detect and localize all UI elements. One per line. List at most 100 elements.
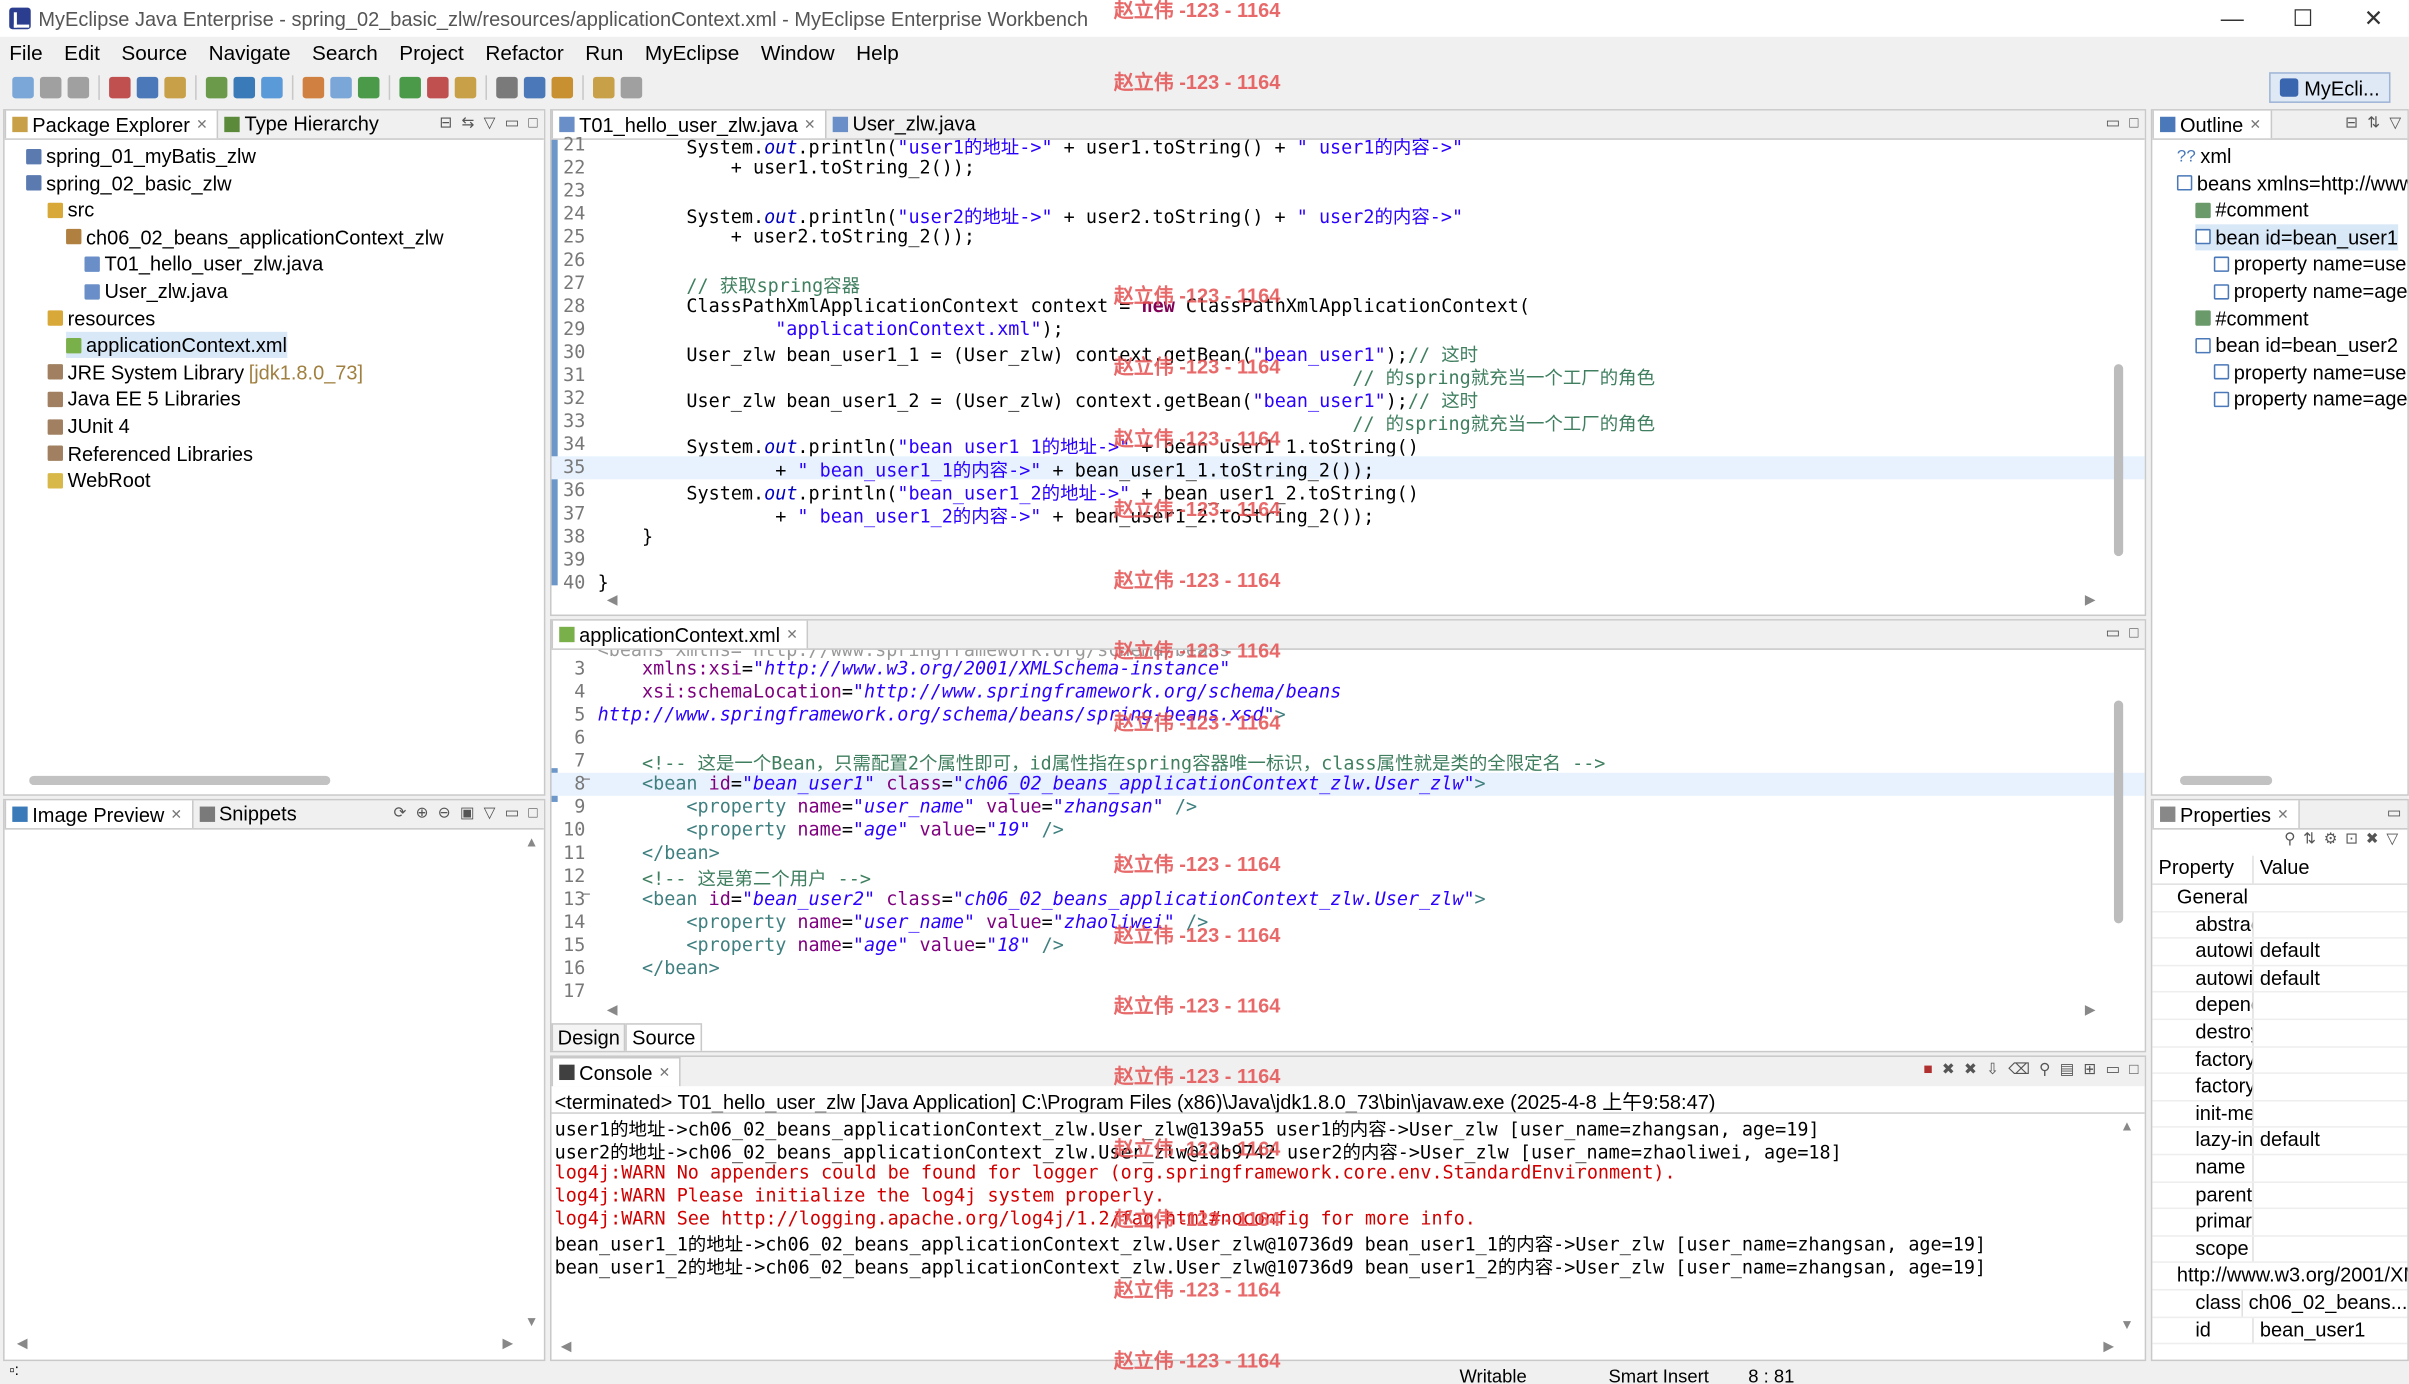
coverage-icon[interactable] <box>427 76 449 99</box>
minimize-view-icon[interactable]: ▭ <box>2387 805 2402 822</box>
close-icon[interactable]: ✕ <box>2277 806 2289 823</box>
tab-console[interactable]: Console ✕ <box>551 1056 681 1087</box>
run-icon[interactable] <box>357 76 380 99</box>
prev-icon[interactable] <box>593 76 615 99</box>
tree-item[interactable]: Referenced Libraries <box>47 440 253 466</box>
horizontal-scrollbar[interactable]: ◀ ▶ <box>607 591 2096 609</box>
tree-item[interactable]: WebRoot <box>47 467 151 493</box>
vertical-scrollbar[interactable]: ▲ ▼ <box>2120 1118 2135 1332</box>
property-row[interactable]: autowire-candidatedefault <box>2152 966 2408 993</box>
property-row[interactable]: General <box>2152 885 2408 912</box>
tab-source[interactable]: Source <box>625 1023 702 1051</box>
code-line[interactable]: 38 } <box>552 525 2145 548</box>
fit-icon[interactable]: ▣ <box>460 805 475 822</box>
tab-snippets[interactable]: Snippets <box>193 800 306 828</box>
close-icon[interactable]: ✕ <box>786 626 798 643</box>
code-line[interactable]: 10 <property name="age" value="19" /> <box>552 819 2145 842</box>
code-line[interactable]: 39 <box>552 548 2145 571</box>
clear-console-icon[interactable]: ⌫ <box>2008 1062 2030 1079</box>
open-console-icon[interactable]: ⊞ <box>2083 1062 2096 1079</box>
horizontal-scrollbar[interactable] <box>29 775 331 786</box>
code-line[interactable]: 21 System.out.println("user1的地址->" + use… <box>552 134 2145 159</box>
property-row[interactable]: depends-on <box>2152 993 2408 1020</box>
save-all-icon[interactable] <box>67 76 90 99</box>
code-line[interactable]: 27 // 获取spring容器 <box>552 272 2145 297</box>
code-line[interactable]: 28 ClassPathXmlApplicationContext contex… <box>552 295 2145 318</box>
tree-item[interactable]: resources <box>47 305 155 331</box>
terminate-icon[interactable]: ■ <box>1923 1062 1932 1079</box>
perspective-switcher[interactable]: MyEcli... <box>2268 72 2391 103</box>
remove-icon[interactable]: ✖ <box>2366 831 2379 848</box>
code-line[interactable]: 13− <bean id="bean_user2" class="ch06_02… <box>552 888 2145 911</box>
code-line[interactable]: 32 User_zlw bean_user1_2 = (User_zlw) co… <box>552 387 2145 412</box>
tree-item[interactable]: spring_02_basic_zlw <box>26 170 232 196</box>
next-icon[interactable] <box>551 76 574 99</box>
vertical-scrollbar[interactable] <box>2113 364 2124 557</box>
tree-item[interactable]: #comment <box>2195 197 2309 223</box>
code-line[interactable]: 7 <!-- 这是一个Bean，只需配置2个属性即可，id属性指在spring容… <box>552 750 2145 775</box>
maximize-view-icon[interactable]: □ <box>528 115 537 132</box>
tree-item[interactable]: property name=age <box>2213 386 2407 412</box>
tab-properties[interactable]: Properties ✕ <box>2152 800 2300 829</box>
code-line[interactable]: 15 <property name="age" value="18" /> <box>552 934 2145 957</box>
code-line[interactable]: 29 "applicationContext.xml"); <box>552 318 2145 341</box>
code-line[interactable]: 30 User_zlw bean_user1_1 = (User_zlw) co… <box>552 341 2145 366</box>
code-line[interactable]: 16 </bean> <box>552 957 2145 980</box>
property-row[interactable]: factory-bean <box>2152 1047 2408 1075</box>
horizontal-scrollbar[interactable] <box>2180 775 2273 786</box>
tree-item[interactable]: bean id=bean_user2 <box>2195 332 2398 358</box>
fold-icon[interactable]: − <box>582 888 590 903</box>
debug-icon[interactable] <box>261 76 283 99</box>
maximize-view-icon[interactable]: □ <box>528 805 537 822</box>
maximize-button[interactable]: ☐ <box>2268 0 2339 37</box>
maximize-view-icon[interactable]: □ <box>2129 625 2138 642</box>
print-icon[interactable] <box>109 76 131 99</box>
code-line[interactable]: 17 <box>552 980 2145 1003</box>
horizontal-scrollbar[interactable]: ◀ ▶ <box>561 1338 2114 1356</box>
fold-icon[interactable]: − <box>582 773 590 788</box>
code-line[interactable]: 5 http://www.springframework.org/schema/b… <box>552 704 2145 727</box>
deploy-icon[interactable] <box>233 76 256 99</box>
menu-run[interactable]: Run <box>576 41 632 64</box>
code-line[interactable]: 22 + user1.toString_2()); <box>552 157 2145 180</box>
property-row[interactable]: abstract <box>2152 911 2408 939</box>
maximize-view-icon[interactable]: □ <box>2129 115 2138 132</box>
menu-edit[interactable]: Edit <box>55 41 109 64</box>
code-line[interactable]: 34 System.out.println("bean_user1_1的地址->… <box>552 433 2145 458</box>
code-line[interactable]: 3 xmlns:xsi="http://www.w3.org/2001/XMLS… <box>552 658 2145 681</box>
collapse-all-icon[interactable]: ⊟ <box>439 115 452 132</box>
code-line[interactable]: 37 + " bean_user1_2的内容->" + bean_user1_2… <box>552 502 2145 527</box>
zoom-out-icon[interactable]: ⊖ <box>438 805 451 822</box>
annotation-icon[interactable] <box>523 76 546 99</box>
tab-image-preview[interactable]: Image Preview ✕ <box>4 800 193 829</box>
code-line[interactable]: 24 System.out.println("user2的地址->" + use… <box>552 203 2145 228</box>
remove-all-icon[interactable]: ✖ <box>1964 1062 1977 1079</box>
pin-icon[interactable]: ⚲ <box>2284 831 2295 848</box>
property-row[interactable]: name <box>2152 1155 2408 1183</box>
tree-item[interactable]: ?? xml <box>2177 143 2231 169</box>
back-icon[interactable] <box>620 76 643 99</box>
run-server-icon[interactable] <box>205 76 228 99</box>
open-type-icon[interactable] <box>136 76 159 99</box>
tree-item[interactable]: src <box>47 197 94 223</box>
menu-myeclipse[interactable]: MyEclipse <box>636 41 749 64</box>
property-row[interactable]: autowiredefault <box>2152 938 2408 966</box>
menu-help[interactable]: Help <box>847 41 908 64</box>
property-row[interactable]: class ch06_02_beans... <box>2152 1290 2408 1318</box>
tree-item[interactable]: property name=user_name <box>2213 359 2407 385</box>
code-line[interactable]: 33 // 的spring就充当一个工厂的角色 <box>552 410 2145 435</box>
minimize-view-icon[interactable]: ▭ <box>2105 1062 2120 1079</box>
menu-search[interactable]: Search <box>303 41 387 64</box>
minimize-view-icon[interactable]: ▭ <box>2105 625 2120 642</box>
horizontal-scrollbar[interactable]: ◀ ▶ <box>607 1002 2096 1020</box>
open-resource-icon[interactable] <box>164 76 186 99</box>
tree-item[interactable]: property name=user_name <box>2213 251 2407 277</box>
minimize-view-icon[interactable]: ▭ <box>505 115 520 132</box>
property-row[interactable]: factory-method <box>2152 1074 2408 1102</box>
tree-item[interactable]: bean id=bean_user1 <box>2195 223 2399 251</box>
menu-window[interactable]: Window <box>752 41 844 64</box>
tree-item[interactable]: JUnit 4 <box>47 413 130 439</box>
view-menu-icon[interactable]: ▽ <box>2386 831 2398 848</box>
code-line[interactable]: 9 <property name="user_name" value="zhan… <box>552 796 2145 819</box>
menu-project[interactable]: Project <box>390 41 473 64</box>
